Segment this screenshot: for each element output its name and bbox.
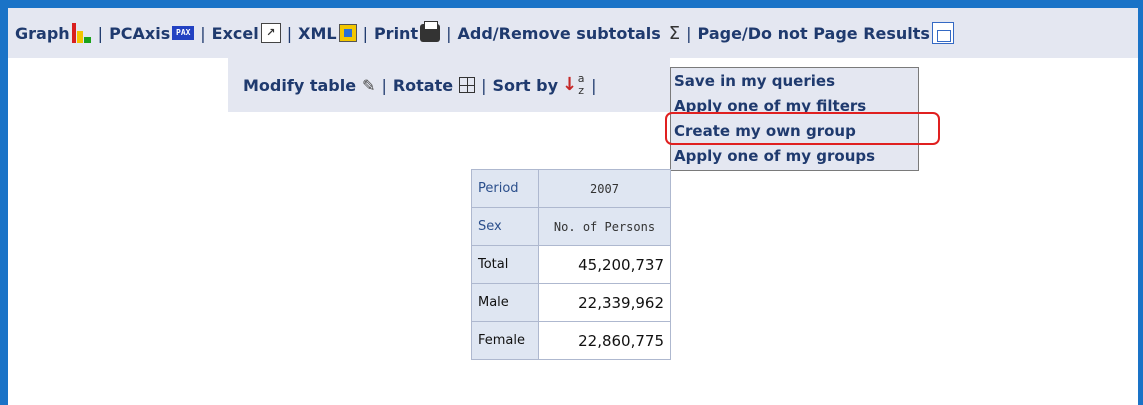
sort-az-icon: ↓ a z	[562, 72, 585, 97]
subtotals-button[interactable]: Add/Remove subtotals Σ	[457, 23, 680, 44]
row-value: 45,200,737	[538, 245, 671, 284]
header-label: Period	[471, 169, 539, 208]
row-value: 22,339,962	[538, 283, 671, 322]
menu-item-apply-filter[interactable]: Apply one of my filters	[671, 94, 918, 119]
sort-button[interactable]: Sort by ↓ a z	[493, 73, 586, 97]
my-queries-menu: Save in my queries Apply one of my filte…	[670, 67, 919, 171]
window-frame-right	[1138, 0, 1143, 405]
excel-export-icon: ↗	[260, 23, 281, 43]
table-row: Male 22,339,962	[471, 283, 671, 322]
row-label: Total	[471, 245, 539, 284]
table-row: Total 45,200,737	[471, 245, 671, 284]
graph-button[interactable]: Graph	[15, 23, 92, 43]
separator: |	[362, 23, 368, 43]
pencil-icon: ✎	[362, 75, 376, 95]
menu-item-create-group[interactable]: Create my own group	[671, 119, 918, 144]
main-toolbar: Graph | PCAxis PAX | Excel ↗ | XML | Pri…	[8, 8, 1138, 58]
window-frame-left	[0, 0, 8, 405]
separator: |	[591, 75, 597, 95]
results-table: Period 2007 Sex No. of Persons Total 45,…	[471, 169, 671, 360]
header-value: No. of Persons	[538, 207, 671, 246]
row-label: Male	[471, 283, 539, 322]
modify-label: Modify table	[243, 75, 357, 95]
subtotals-label: Add/Remove subtotals	[457, 23, 661, 43]
row-label: Female	[471, 321, 539, 360]
paging-button[interactable]: Page/Do not Page Results	[698, 22, 954, 44]
rotate-label: Rotate	[392, 75, 454, 95]
separator: |	[286, 23, 293, 43]
print-button[interactable]: Print	[373, 21, 441, 43]
paging-icon	[931, 22, 954, 44]
sort-label: Sort by	[492, 75, 559, 95]
menu-item-apply-group[interactable]: Apply one of my groups	[671, 144, 918, 169]
separator: |	[97, 23, 104, 43]
pcaxis-icon: PAX	[172, 26, 195, 40]
pcaxis-button[interactable]: PCAxis PAX	[109, 23, 195, 43]
xml-export-icon	[338, 24, 357, 42]
separator: |	[481, 75, 487, 95]
window-frame-top	[0, 0, 1143, 8]
separator: |	[200, 23, 206, 43]
secondary-toolbar: Modify table ✎ | Rotate | Sort by ↓ a z |	[228, 58, 670, 112]
header-value: 2007	[538, 169, 671, 208]
sigma-icon: Σ	[668, 22, 681, 44]
table-row: Female 22,860,775	[471, 321, 671, 360]
rotate-table-icon	[459, 77, 476, 93]
table-header-row: Period 2007	[471, 169, 671, 208]
separator: |	[686, 23, 692, 43]
rotate-button[interactable]: Rotate	[392, 75, 476, 95]
table-header-row: Sex No. of Persons	[471, 207, 671, 246]
header-label: Sex	[471, 207, 539, 246]
separator: |	[446, 23, 452, 43]
modify-table-button[interactable]: Modify table ✎	[243, 76, 375, 95]
printer-icon	[420, 21, 441, 42]
xml-label: XML	[298, 23, 337, 43]
bar-chart-icon	[71, 23, 92, 43]
paging-label: Page/Do not Page Results	[697, 23, 930, 43]
excel-button[interactable]: Excel ↗	[212, 23, 281, 43]
graph-label: Graph	[15, 23, 70, 43]
print-label: Print	[373, 23, 419, 43]
pcaxis-label: PCAxis	[109, 23, 171, 43]
xml-button[interactable]: XML	[298, 23, 357, 43]
excel-label: Excel	[211, 23, 259, 43]
row-value: 22,860,775	[538, 321, 671, 360]
menu-item-save-query[interactable]: Save in my queries	[671, 69, 918, 94]
separator: |	[381, 75, 387, 95]
